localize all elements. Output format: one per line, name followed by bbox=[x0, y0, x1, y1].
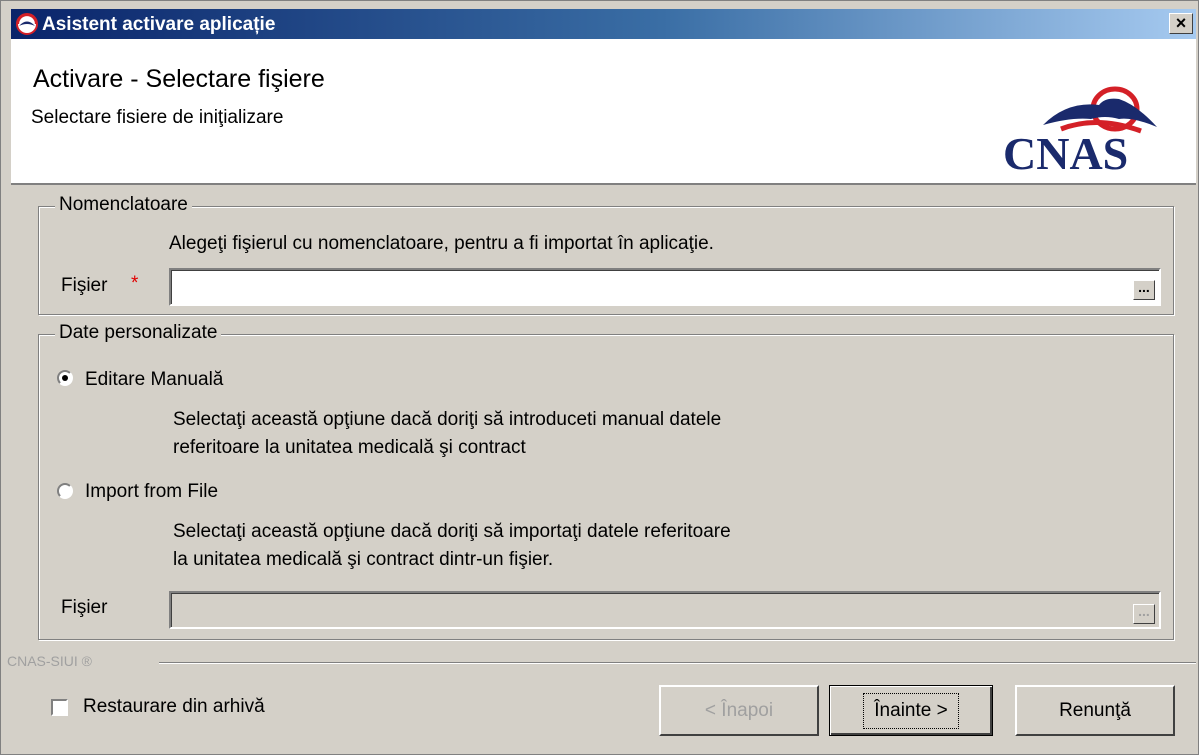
page-subtitle: Selectare fisiere de iniţializare bbox=[31, 107, 284, 128]
option-import-from-file-label[interactable]: Import from File bbox=[85, 481, 218, 503]
nomenclatoare-browse-button[interactable]: ... bbox=[1133, 280, 1155, 300]
file-label: Fişier bbox=[61, 275, 108, 296]
date-personalizate-group: Date personalizate Editare Manuală Selec… bbox=[38, 322, 1174, 640]
radio-import-from-file[interactable] bbox=[57, 483, 73, 499]
page-title: Activare - Selectare fişiere bbox=[33, 65, 325, 93]
ellipsis-icon: ... bbox=[1138, 603, 1150, 619]
app-icon bbox=[16, 13, 38, 35]
close-button[interactable]: × bbox=[1169, 13, 1193, 34]
restore-archive-checkbox[interactable] bbox=[51, 699, 68, 716]
brand-label: CNAS-SIUI ® bbox=[7, 653, 92, 669]
ellipsis-icon: ... bbox=[1138, 279, 1150, 295]
next-button[interactable]: Înainte > bbox=[829, 685, 993, 736]
logo-text: CNAS bbox=[1003, 128, 1128, 179]
close-icon: × bbox=[1175, 13, 1187, 33]
import-file-label: Fişier bbox=[61, 597, 108, 618]
nomenclatoare-legend: Nomenclatoare bbox=[55, 194, 192, 216]
window-title: Asistent activare aplicație bbox=[42, 14, 276, 35]
cnas-logo: CNAS bbox=[1003, 86, 1157, 179]
back-button[interactable]: < Înapoi bbox=[659, 685, 819, 736]
title-bar[interactable]: Asistent activare aplicație × bbox=[11, 9, 1196, 39]
cancel-button[interactable]: Renunţă bbox=[1015, 685, 1175, 736]
nomenclatoare-description: Alegeţi fişierul cu nomenclatoare, pentr… bbox=[169, 233, 714, 254]
restore-archive-label[interactable]: Restaurare din arhivă bbox=[83, 696, 265, 718]
nomenclatoare-file-input[interactable] bbox=[169, 268, 1161, 306]
radio-selected-dot bbox=[62, 375, 68, 381]
import-file-input[interactable] bbox=[169, 591, 1161, 629]
option-import-desc-2: la unitatea medicală şi contract dintr-u… bbox=[173, 549, 554, 570]
import-browse-button[interactable]: ... bbox=[1133, 604, 1155, 624]
wizard-header: Activare - Selectare fişiere Selectare f… bbox=[11, 39, 1196, 185]
brand-divider bbox=[159, 662, 1196, 664]
nomenclatoare-group: Nomenclatoare Alegeţi fişierul cu nomenc… bbox=[38, 194, 1174, 315]
radio-editare-manuala[interactable] bbox=[57, 370, 73, 386]
option-editare-manuala-label[interactable]: Editare Manuală bbox=[85, 369, 223, 391]
date-personalizate-legend: Date personalizate bbox=[55, 322, 222, 344]
option-import-desc-1: Selectaţi această opţiune dacă doriţi să… bbox=[173, 521, 731, 542]
required-mark: * bbox=[131, 273, 139, 294]
activation-wizard-window: Asistent activare aplicație × Activare -… bbox=[0, 0, 1199, 755]
option-editare-manuala-desc-2: referitoare la unitatea medicală şi cont… bbox=[173, 437, 526, 458]
option-editare-manuala-desc-1: Selectaţi această opţiune dacă doriţi să… bbox=[173, 409, 722, 430]
